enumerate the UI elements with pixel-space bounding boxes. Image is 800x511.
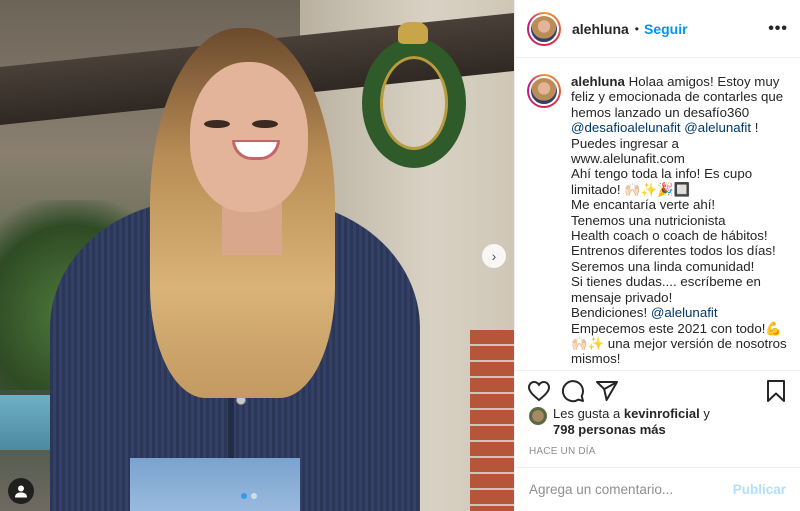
- more-options-icon[interactable]: •••: [768, 20, 788, 38]
- post-timestamp[interactable]: HACE UN DÍA: [529, 446, 596, 457]
- post-header: alehluna • Seguir •••: [515, 0, 800, 58]
- comment-form: Publicar: [515, 467, 800, 511]
- carousel-dot: [241, 493, 247, 499]
- liker-avatar[interactable]: [529, 407, 547, 425]
- profile-avatar[interactable]: [527, 11, 561, 46]
- right-eye: [252, 120, 278, 128]
- mention-link[interactable]: @alelunafit: [651, 305, 718, 320]
- brick-column: [470, 330, 514, 511]
- publish-button[interactable]: Publicar: [733, 482, 786, 497]
- carousel-dot: [251, 493, 257, 499]
- mention-link[interactable]: @desafioalelunafit @alelunafit: [571, 120, 751, 135]
- likes-conj: y: [703, 406, 710, 421]
- heart-icon[interactable]: [527, 379, 551, 403]
- user-tag-icon[interactable]: [8, 478, 34, 504]
- bookmark-icon[interactable]: [764, 379, 788, 403]
- caption-line: Tenemos una nutricionista: [571, 212, 726, 228]
- likes-others[interactable]: 798 personas más: [553, 422, 666, 437]
- comments-area[interactable]: alehluna Holaa amigos! Estoy muy feliz y…: [515, 58, 800, 370]
- post-detail-panel: alehluna • Seguir ••• alehluna Holaa ami…: [514, 0, 800, 511]
- share-icon[interactable]: [595, 379, 619, 403]
- caption-username[interactable]: alehluna: [571, 74, 625, 89]
- post-photo[interactable]: ›: [0, 0, 514, 511]
- caption-line: Entrenos diferentes todos los días!: [571, 243, 776, 259]
- person-icon: [15, 485, 27, 498]
- avatar: [529, 13, 559, 44]
- caption: alehluna Holaa amigos! Estoy muy feliz y…: [571, 74, 788, 370]
- left-eye: [204, 120, 230, 128]
- likes-prefix: Les gusta a: [553, 406, 621, 421]
- face: [190, 62, 308, 212]
- carousel-dots: [241, 493, 257, 499]
- comment-input[interactable]: [529, 482, 733, 497]
- action-bar: [515, 370, 800, 410]
- header-username[interactable]: alehluna: [572, 21, 629, 37]
- comment-icon[interactable]: [561, 379, 585, 403]
- caption-line: Ahí tengo toda la info! Es cupo limitado…: [571, 166, 753, 197]
- wreath-bow: [398, 22, 428, 44]
- caption-line: Puedes ingresar a: [571, 135, 679, 151]
- caption-line: !: [754, 120, 759, 136]
- caption-line: 🙌🏻✨ una mejor versión de nosotros mismos…: [571, 335, 787, 367]
- caption-line: Bendiciones!: [571, 305, 648, 321]
- avatar: [529, 76, 559, 106]
- next-arrow-icon[interactable]: ›: [482, 244, 506, 268]
- likes-summary: Les gusta a kevinroficial y 798 personas…: [529, 406, 789, 438]
- caption-line: Empecemos este 2021 con todo!💪: [571, 320, 782, 336]
- caption-line: Health coach o coach de hábitos!: [571, 228, 768, 244]
- header-separator: •: [634, 21, 639, 36]
- caption-line: Me encantaría verte ahí!: [571, 197, 716, 213]
- christmas-wreath: [362, 38, 466, 168]
- liker-username[interactable]: kevinroficial: [624, 406, 700, 421]
- jeans: [130, 458, 300, 511]
- follow-button[interactable]: Seguir: [644, 21, 688, 37]
- caption-link: www.alelunafit.com: [571, 151, 685, 167]
- caption-avatar[interactable]: [527, 74, 561, 108]
- caption-line: Si tienes dudas.... escríbeme en mensaje…: [571, 274, 761, 305]
- caption-line: Seremos una linda comunidad!: [571, 258, 755, 274]
